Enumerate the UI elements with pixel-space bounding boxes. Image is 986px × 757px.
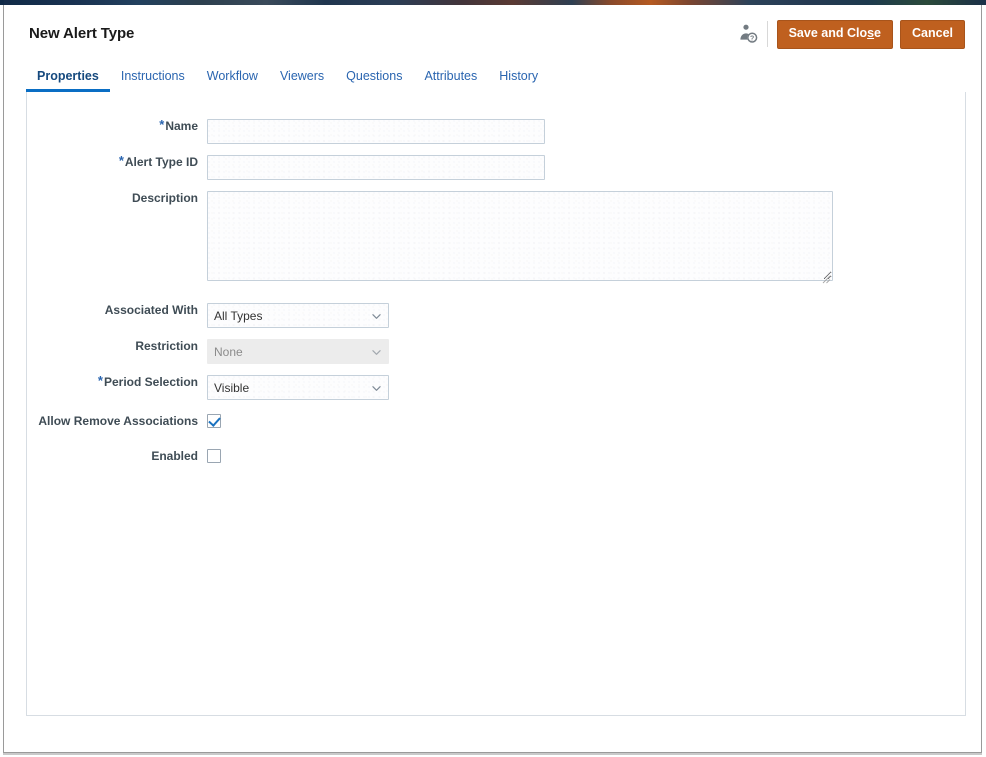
period-selection-label: *Period Selection — [27, 373, 207, 389]
restriction-wrapper: None — [207, 339, 389, 364]
allow-remove-associations-checkbox[interactable] — [207, 414, 221, 428]
description-wrapper — [207, 191, 833, 286]
field-row-associated-with: Associated With All Types — [27, 303, 967, 328]
allow-remove-associations-label: Allow Remove Associations — [38, 414, 198, 428]
description-textarea[interactable] — [207, 191, 833, 281]
period-selection-wrapper: Visible — [207, 375, 389, 400]
tab-questions[interactable]: Questions — [335, 69, 413, 92]
alert-type-id-input[interactable] — [207, 155, 545, 180]
window-border-right — [981, 5, 982, 753]
tab-viewers[interactable]: Viewers — [269, 69, 335, 92]
associated-with-wrapper: All Types — [207, 303, 389, 328]
field-row-restriction: Restriction None — [27, 339, 967, 364]
save-and-close-accesskey: s — [867, 25, 875, 40]
new-alert-type-dialog: New Alert Type ? Save and Close Cancel P… — [4, 5, 981, 752]
save-and-close-label-head: Save and Clo — [788, 25, 868, 40]
enabled-label: Enabled — [151, 449, 198, 463]
tab-list: Properties Instructions Workflow Viewers… — [26, 60, 549, 92]
tab-instructions[interactable]: Instructions — [110, 69, 196, 92]
period-selection-label-text: Period Selection — [103, 375, 198, 389]
enabled-checkbox[interactable] — [207, 449, 221, 463]
cancel-button[interactable]: Cancel — [900, 19, 965, 49]
header-divider — [766, 21, 768, 47]
required-marker: * — [97, 373, 103, 388]
svg-text:?: ? — [750, 36, 754, 43]
user-help-icon[interactable]: ? — [737, 23, 759, 45]
field-row-alert-type-id: *Alert Type ID — [27, 153, 967, 180]
restriction-select: None — [207, 339, 389, 364]
save-and-close-label-tail: e — [874, 25, 881, 40]
properties-panel: *Name *Alert Type ID Description Associa… — [26, 92, 966, 716]
restriction-label: Restriction — [135, 339, 198, 353]
required-marker: * — [159, 117, 165, 132]
window-shadow — [3, 753, 982, 755]
field-row-allow-remove-associations: Allow Remove Associations — [27, 414, 967, 428]
header-actions: ? Save and Close Cancel — [737, 18, 965, 50]
tab-workflow[interactable]: Workflow — [196, 69, 269, 92]
alert-type-id-label: *Alert Type ID — [27, 153, 207, 169]
required-marker: * — [118, 153, 124, 168]
associated-with-label: Associated With — [104, 303, 198, 317]
field-row-name: *Name — [27, 117, 967, 144]
name-label: *Name — [27, 117, 207, 133]
field-row-enabled: Enabled — [27, 449, 967, 463]
save-and-close-button[interactable]: Save and Close — [776, 19, 893, 49]
alert-type-form: *Name *Alert Type ID Description Associa… — [27, 92, 967, 474]
alert-type-id-label-text: Alert Type ID — [124, 155, 198, 169]
dialog-header: New Alert Type ? Save and Close Cancel — [4, 5, 981, 60]
description-label: Description — [131, 191, 198, 205]
tab-history[interactable]: History — [488, 69, 549, 92]
name-label-text: Name — [165, 119, 198, 133]
tab-properties[interactable]: Properties — [26, 69, 110, 92]
field-row-description: Description — [27, 191, 967, 286]
period-selection-select[interactable]: Visible — [207, 375, 389, 400]
associated-with-select[interactable]: All Types — [207, 303, 389, 328]
name-input[interactable] — [207, 119, 545, 144]
page-title: New Alert Type — [29, 25, 135, 42]
field-row-period-selection: *Period Selection Visible — [27, 373, 967, 400]
tab-attributes[interactable]: Attributes — [413, 69, 488, 92]
tab-bar: Properties Instructions Workflow Viewers… — [4, 60, 981, 92]
